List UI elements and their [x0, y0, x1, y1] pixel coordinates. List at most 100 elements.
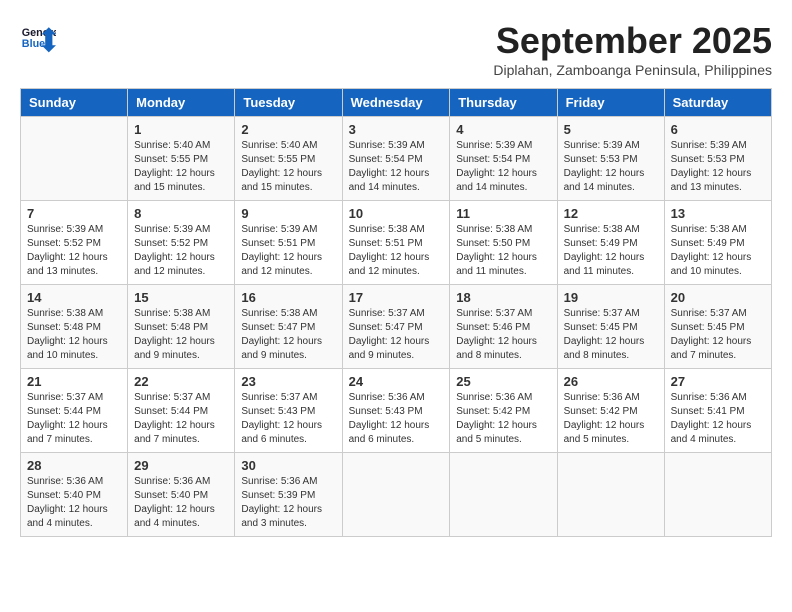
- day-info: Sunrise: 5:37 AM Sunset: 5:44 PM Dayligh…: [27, 391, 121, 447]
- day-info: Sunrise: 5:37 AM Sunset: 5:44 PM Dayligh…: [134, 391, 228, 447]
- calendar-table: SundayMondayTuesdayWednesdayThursdayFrid…: [20, 88, 772, 537]
- calendar-cell: [557, 453, 664, 537]
- calendar-cell: 18 Sunrise: 5:37 AM Sunset: 5:46 PM Dayli…: [450, 285, 557, 369]
- calendar-cell: 21 Sunrise: 5:37 AM Sunset: 5:44 PM Dayli…: [21, 369, 128, 453]
- calendar-cell: 16 Sunrise: 5:38 AM Sunset: 5:47 PM Dayli…: [235, 285, 342, 369]
- day-info: Sunrise: 5:40 AM Sunset: 5:55 PM Dayligh…: [241, 139, 335, 195]
- day-info: Sunrise: 5:38 AM Sunset: 5:49 PM Dayligh…: [564, 223, 658, 279]
- calendar-cell: 13 Sunrise: 5:38 AM Sunset: 5:49 PM Dayli…: [664, 201, 771, 285]
- day-number: 6: [671, 122, 765, 137]
- day-info: Sunrise: 5:36 AM Sunset: 5:40 PM Dayligh…: [134, 475, 228, 531]
- day-number: 9: [241, 206, 335, 221]
- day-info: Sunrise: 5:38 AM Sunset: 5:48 PM Dayligh…: [134, 307, 228, 363]
- day-number: 3: [349, 122, 444, 137]
- day-info: Sunrise: 5:37 AM Sunset: 5:45 PM Dayligh…: [564, 307, 658, 363]
- day-info: Sunrise: 5:39 AM Sunset: 5:52 PM Dayligh…: [134, 223, 228, 279]
- calendar-cell: 19Sunrise: 5:37 AM Sunset: 5:45 PM Dayli…: [557, 285, 664, 369]
- day-info: Sunrise: 5:36 AM Sunset: 5:39 PM Dayligh…: [241, 475, 335, 531]
- day-number: 24: [349, 374, 444, 389]
- day-number: 29: [134, 458, 228, 473]
- day-info: Sunrise: 5:39 AM Sunset: 5:51 PM Dayligh…: [241, 223, 335, 279]
- day-number: 21: [27, 374, 121, 389]
- day-info: Sunrise: 5:38 AM Sunset: 5:48 PM Dayligh…: [27, 307, 121, 363]
- calendar-cell: [21, 117, 128, 201]
- column-header-friday: Friday: [557, 89, 664, 117]
- column-header-tuesday: Tuesday: [235, 89, 342, 117]
- day-number: 16: [241, 290, 335, 305]
- location-subtitle: Diplahan, Zamboanga Peninsula, Philippin…: [493, 62, 772, 78]
- calendar-cell: 1 Sunrise: 5:40 AM Sunset: 5:55 PM Daylig…: [128, 117, 235, 201]
- day-number: 14: [27, 290, 121, 305]
- day-number: 26: [564, 374, 658, 389]
- calendar-cell: 12 Sunrise: 5:38 AM Sunset: 5:49 PM Dayli…: [557, 201, 664, 285]
- month-title: September 2025: [493, 20, 772, 62]
- calendar-cell: 20 Sunrise: 5:37 AM Sunset: 5:45 PM Dayli…: [664, 285, 771, 369]
- day-info: Sunrise: 5:36 AM Sunset: 5:41 PM Dayligh…: [671, 391, 765, 447]
- day-number: 13: [671, 206, 765, 221]
- page-header: General Blue September 2025 Diplahan, Za…: [20, 20, 772, 78]
- day-number: 28: [27, 458, 121, 473]
- day-info: Sunrise: 5:38 AM Sunset: 5:49 PM Dayligh…: [671, 223, 765, 279]
- day-info: Sunrise: 5:37 AM Sunset: 5:45 PM Dayligh…: [671, 307, 765, 363]
- day-info: Sunrise: 5:39 AM Sunset: 5:54 PM Dayligh…: [349, 139, 444, 195]
- calendar-cell: 7 Sunrise: 5:39 AM Sunset: 5:52 PM Daylig…: [21, 201, 128, 285]
- calendar-cell: [664, 453, 771, 537]
- calendar-cell: [450, 453, 557, 537]
- column-header-wednesday: Wednesday: [342, 89, 450, 117]
- calendar-cell: 10 Sunrise: 5:38 AM Sunset: 5:51 PM Dayli…: [342, 201, 450, 285]
- logo: General Blue: [20, 20, 56, 56]
- week-row-3: 14 Sunrise: 5:38 AM Sunset: 5:48 PM Dayli…: [21, 285, 772, 369]
- week-row-2: 7 Sunrise: 5:39 AM Sunset: 5:52 PM Daylig…: [21, 201, 772, 285]
- day-info: Sunrise: 5:37 AM Sunset: 5:46 PM Dayligh…: [456, 307, 550, 363]
- day-number: 12: [564, 206, 658, 221]
- header-row: SundayMondayTuesdayWednesdayThursdayFrid…: [21, 89, 772, 117]
- day-info: Sunrise: 5:39 AM Sunset: 5:54 PM Dayligh…: [456, 139, 550, 195]
- column-header-thursday: Thursday: [450, 89, 557, 117]
- day-number: 2: [241, 122, 335, 137]
- day-info: Sunrise: 5:39 AM Sunset: 5:52 PM Dayligh…: [27, 223, 121, 279]
- day-number: 11: [456, 206, 550, 221]
- day-info: Sunrise: 5:38 AM Sunset: 5:47 PM Dayligh…: [241, 307, 335, 363]
- day-info: Sunrise: 5:39 AM Sunset: 5:53 PM Dayligh…: [564, 139, 658, 195]
- day-number: 25: [456, 374, 550, 389]
- day-number: 10: [349, 206, 444, 221]
- day-info: Sunrise: 5:36 AM Sunset: 5:42 PM Dayligh…: [456, 391, 550, 447]
- svg-text:Blue: Blue: [22, 38, 45, 50]
- day-number: 23: [241, 374, 335, 389]
- day-info: Sunrise: 5:36 AM Sunset: 5:43 PM Dayligh…: [349, 391, 444, 447]
- day-number: 5: [564, 122, 658, 137]
- week-row-5: 28 Sunrise: 5:36 AM Sunset: 5:40 PM Dayli…: [21, 453, 772, 537]
- calendar-cell: 30 Sunrise: 5:36 AM Sunset: 5:39 PM Dayli…: [235, 453, 342, 537]
- day-number: 27: [671, 374, 765, 389]
- day-info: Sunrise: 5:39 AM Sunset: 5:53 PM Dayligh…: [671, 139, 765, 195]
- day-info: Sunrise: 5:36 AM Sunset: 5:40 PM Dayligh…: [27, 475, 121, 531]
- day-info: Sunrise: 5:37 AM Sunset: 5:47 PM Dayligh…: [349, 307, 444, 363]
- day-info: Sunrise: 5:40 AM Sunset: 5:55 PM Dayligh…: [134, 139, 228, 195]
- day-info: Sunrise: 5:38 AM Sunset: 5:51 PM Dayligh…: [349, 223, 444, 279]
- calendar-cell: 27 Sunrise: 5:36 AM Sunset: 5:41 PM Dayli…: [664, 369, 771, 453]
- column-header-monday: Monday: [128, 89, 235, 117]
- day-number: 22: [134, 374, 228, 389]
- day-number: 18: [456, 290, 550, 305]
- title-area: September 2025 Diplahan, Zamboanga Penin…: [493, 20, 772, 78]
- day-number: 30: [241, 458, 335, 473]
- calendar-cell: 9 Sunrise: 5:39 AM Sunset: 5:51 PM Daylig…: [235, 201, 342, 285]
- calendar-cell: 28 Sunrise: 5:36 AM Sunset: 5:40 PM Dayli…: [21, 453, 128, 537]
- calendar-cell: 25 Sunrise: 5:36 AM Sunset: 5:42 PM Dayli…: [450, 369, 557, 453]
- calendar-cell: 14 Sunrise: 5:38 AM Sunset: 5:48 PM Dayli…: [21, 285, 128, 369]
- day-number: 1: [134, 122, 228, 137]
- day-number: 20: [671, 290, 765, 305]
- calendar-cell: 6 Sunrise: 5:39 AM Sunset: 5:53 PM Daylig…: [664, 117, 771, 201]
- calendar-cell: 17 Sunrise: 5:37 AM Sunset: 5:47 PM Dayli…: [342, 285, 450, 369]
- calendar-cell: 2 Sunrise: 5:40 AM Sunset: 5:55 PM Daylig…: [235, 117, 342, 201]
- calendar-cell: 3 Sunrise: 5:39 AM Sunset: 5:54 PM Daylig…: [342, 117, 450, 201]
- day-number: 15: [134, 290, 228, 305]
- day-number: 17: [349, 290, 444, 305]
- calendar-cell: 26Sunrise: 5:36 AM Sunset: 5:42 PM Dayli…: [557, 369, 664, 453]
- calendar-cell: 15 Sunrise: 5:38 AM Sunset: 5:48 PM Dayli…: [128, 285, 235, 369]
- calendar-cell: 24 Sunrise: 5:36 AM Sunset: 5:43 PM Dayli…: [342, 369, 450, 453]
- day-number: 7: [27, 206, 121, 221]
- calendar-cell: 5 Sunrise: 5:39 AM Sunset: 5:53 PM Daylig…: [557, 117, 664, 201]
- calendar-cell: 11Sunrise: 5:38 AM Sunset: 5:50 PM Dayli…: [450, 201, 557, 285]
- calendar-cell: 22 Sunrise: 5:37 AM Sunset: 5:44 PM Dayli…: [128, 369, 235, 453]
